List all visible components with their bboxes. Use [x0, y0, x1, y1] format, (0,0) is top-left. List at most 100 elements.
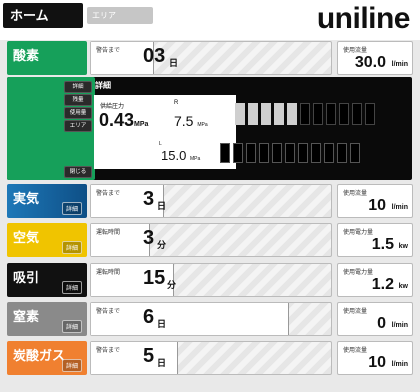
usage-unit: kw [398, 283, 408, 290]
supply-value: 0.43MPa [99, 110, 149, 130]
level-segment [324, 143, 334, 163]
detail-button[interactable]: 詳細 [61, 241, 82, 254]
usage-value: 10 [368, 197, 386, 214]
level-segment [326, 103, 336, 125]
usage-unit: l/min [391, 322, 408, 329]
usage-caption: 使用電力量 [343, 230, 374, 236]
tab-home[interactable]: ホーム [3, 3, 83, 28]
warning-gauge: 警告まで 03 日 [90, 41, 332, 75]
gauge-unit: 分 [167, 280, 177, 290]
row-nitrogen: 窒素 詳細 警告まで 6 日 使用流量 0 l/min [2, 301, 416, 337]
usage-unit: l/min [391, 361, 408, 368]
usage-button[interactable]: 使用量 [64, 107, 92, 119]
gauge-caption: 運転時間 [96, 270, 121, 276]
gauge-unit: 日 [157, 319, 167, 329]
supply-caption: 供給圧力 [100, 104, 125, 110]
level-segment [287, 103, 297, 125]
level-segment [311, 143, 321, 163]
gas-label-air[interactable]: 実気 詳細 [7, 184, 87, 218]
l-label: L [159, 141, 162, 147]
detail-button[interactable]: 詳細 [64, 81, 92, 93]
r-value: 7.5 MPa [174, 113, 208, 129]
gauge-unit: 分 [157, 240, 167, 250]
level-segment [233, 143, 243, 163]
row-air2: 空気 詳細 運転時間 3 分 使用電力量 1.5 kw [2, 222, 416, 258]
level-segment [248, 103, 258, 125]
gas-name: 実気 [13, 191, 40, 206]
usage-unit: l/min [391, 204, 408, 211]
row-co2: 炭酸ガス 詳細 警告まで 5 日 使用流量 10 l/min [2, 340, 416, 376]
gauge-caption: 警告まで [96, 309, 121, 315]
gas-label-co2[interactable]: 炭酸ガス 詳細 [7, 341, 87, 375]
usage-readout: 使用流量 10 l/min [337, 184, 413, 218]
level-segment [350, 143, 360, 163]
usage-value: 10 [368, 354, 386, 371]
close-button[interactable]: 閉じる [64, 166, 92, 178]
level-segment [246, 143, 256, 163]
l-unit: MPa [189, 156, 201, 162]
l-level-bar [220, 143, 360, 163]
level-segment [235, 103, 245, 125]
top-bar: ホーム エリア uniline [0, 0, 420, 40]
usage-caption: 使用流量 [343, 191, 368, 197]
usage-readout: 使用電力量 1.2 kw [337, 263, 413, 297]
supply-unit: MPa [134, 121, 149, 128]
level-segment [285, 143, 295, 163]
usage-caption: 使用流量 [343, 348, 368, 354]
gauge-value: 03 [143, 45, 166, 67]
usage-value: 1.5 [371, 236, 394, 253]
area-button[interactable]: エリア [64, 120, 92, 132]
gauge-unit: 日 [169, 58, 179, 68]
detail-title: 詳細 [95, 81, 111, 90]
gas-label-suction[interactable]: 吸引 詳細 [7, 263, 87, 297]
detail-button[interactable]: 詳細 [61, 202, 82, 215]
uniline-logo: uniline [316, 2, 411, 35]
detail-button[interactable]: 詳細 [61, 320, 82, 333]
gauge-value: 3 [143, 188, 155, 210]
gauge-caption: 警告まで [96, 191, 121, 197]
level-segment [339, 103, 349, 125]
usage-unit: kw [398, 243, 408, 250]
l-value: 15.0 MPa [161, 148, 201, 163]
usage-caption: 使用流量 [343, 309, 368, 315]
row-air: 実気 詳細 警告まで 3 日 使用流量 10 l/min [2, 183, 416, 219]
gauge-unit: 日 [157, 358, 167, 368]
remaining-button[interactable]: 残量 [64, 94, 92, 106]
flow-value: 30.0 [354, 54, 386, 71]
gas-name: 窒素 [13, 309, 40, 324]
gas-label-oxygen[interactable]: 酸素 [7, 41, 87, 75]
level-segment [274, 103, 284, 125]
r-level-bar [235, 103, 375, 125]
flow-readout: 使用流量 30.0 l/min [337, 41, 413, 75]
r-unit: MPa [197, 122, 208, 128]
usage-caption: 使用電力量 [343, 270, 374, 276]
flow-caption: 使用流量 [343, 48, 368, 54]
row-oxygen: 酸素 警告まで 03 日 使用流量 30.0 l/min [2, 40, 416, 76]
gas-name: 炭酸ガス [13, 348, 66, 363]
gauge-value: 5 [143, 345, 155, 367]
usage-readout: 使用流量 0 l/min [337, 302, 413, 336]
gas-label-nitrogen[interactable]: 窒素 詳細 [7, 302, 87, 336]
flow-unit: l/min [391, 61, 408, 68]
gauge-caption: 運転時間 [96, 230, 121, 236]
tab-area[interactable]: エリア [87, 7, 153, 24]
level-segment [337, 143, 347, 163]
detail-button[interactable]: 詳細 [61, 359, 82, 372]
status-gauge: 運転時間 15 分 [90, 263, 332, 297]
level-segment [313, 103, 323, 125]
gauge-value: 15 [143, 267, 166, 289]
r-label: R [174, 100, 179, 106]
level-segment [261, 103, 271, 125]
level-segment [300, 103, 310, 125]
usage-value: 1.2 [371, 276, 394, 293]
status-gauge: 警告まで 5 日 [90, 341, 332, 375]
usage-readout: 使用電力量 1.5 kw [337, 223, 413, 257]
gas-label-air2[interactable]: 空気 詳細 [7, 223, 87, 257]
usage-readout: 使用流量 10 l/min [337, 341, 413, 375]
gauge-value: 3 [143, 227, 155, 249]
gas-name: 吸引 [13, 270, 40, 285]
gauge-caption: 警告まで [96, 348, 121, 354]
detail-button[interactable]: 詳細 [61, 281, 82, 294]
gas-name: 酸素 [13, 48, 40, 63]
gauge-value: 6 [143, 306, 155, 328]
